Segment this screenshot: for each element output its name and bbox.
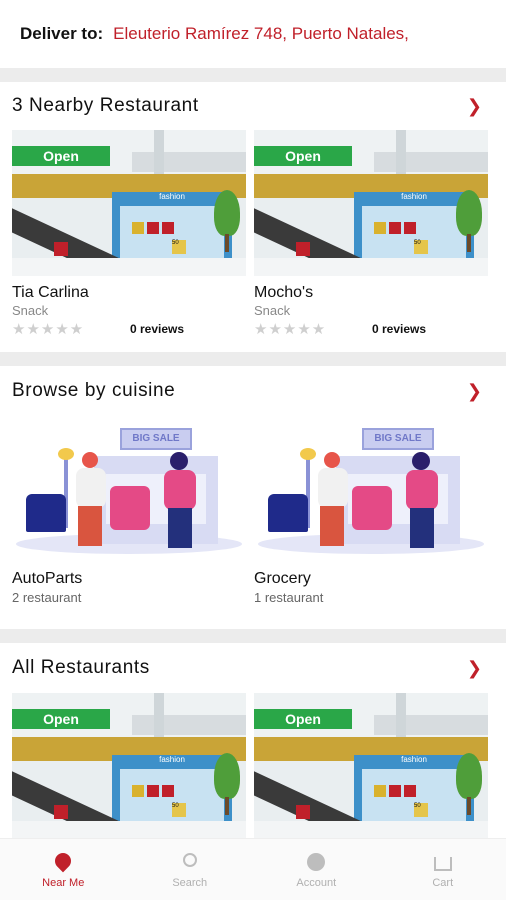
tab-label: Near Me <box>42 876 85 889</box>
cuisine-name: AutoParts <box>12 570 83 587</box>
delivery-header[interactable]: Deliver to: Eleuterio Ramírez 748, Puert… <box>0 0 506 68</box>
restaurant-card[interactable]: Open fashion 50 Mocho's Snack ★★★★★ 0 re… <box>254 130 488 338</box>
open-badge: Open <box>12 146 110 166</box>
tab-cart[interactable]: Cart <box>398 851 488 889</box>
restaurant-photo: Open fashion 50 <box>254 130 488 276</box>
tab-label: Cart <box>432 876 454 889</box>
star-rating: ★★★★★ <box>12 321 85 338</box>
section-separator <box>0 352 506 366</box>
cuisine-section: Browse by cuisine ❯ BIG SALE AutoParts 2… <box>0 366 506 629</box>
tab-search[interactable]: Search <box>145 851 235 889</box>
big-sale-banner: BIG SALE <box>362 428 434 450</box>
tab-account[interactable]: Account <box>271 851 361 889</box>
restaurant-card[interactable]: Open fashion 50 Tia Carlina Snack ★★★★★ … <box>12 130 246 338</box>
cuisine-illustration: BIG SALE <box>12 416 246 566</box>
all-restaurants-header[interactable]: All Restaurants ❯ <box>0 643 506 693</box>
cart-icon <box>433 851 452 875</box>
open-badge: Open <box>254 709 352 729</box>
search-icon <box>182 851 197 875</box>
cuisine-card[interactable]: BIG SALE AutoParts 2 restaurant <box>12 416 246 605</box>
open-badge: Open <box>254 146 352 166</box>
cuisine-title: Browse by cuisine <box>12 380 176 401</box>
cuisine-count: 2 restaurant <box>12 590 82 605</box>
restaurant-name: Tia Carlina <box>12 284 89 301</box>
cuisine-illustration: BIG SALE <box>254 416 488 566</box>
tab-near-me[interactable]: Near Me <box>18 849 108 889</box>
restaurant-photo: Open fashion 50 <box>12 130 246 276</box>
all-restaurants-section: All Restaurants ❯ Open fashion 50 Open f… <box>0 643 506 839</box>
deliver-to-label: Deliver to: <box>20 24 104 43</box>
bottom-tab-bar: Near Me Search Account Cart <box>0 838 506 900</box>
section-separator <box>0 629 506 643</box>
restaurant-name: Mocho's <box>254 284 314 301</box>
nearby-header[interactable]: 3 Nearby Restaurant ❯ <box>0 82 506 130</box>
chevron-right-icon[interactable]: ❯ <box>467 96 482 117</box>
map-pin-icon <box>51 849 75 875</box>
restaurant-photo: Open fashion 50 <box>12 693 246 839</box>
cuisine-card[interactable]: BIG SALE Grocery 1 restaurant <box>254 416 488 605</box>
open-badge: Open <box>12 709 110 729</box>
restaurant-card[interactable]: Open fashion 50 <box>254 693 488 839</box>
account-icon <box>307 851 326 875</box>
cuisine-name: Grocery <box>254 570 311 587</box>
chevron-right-icon[interactable]: ❯ <box>467 381 482 402</box>
restaurant-category: Snack <box>12 303 49 318</box>
all-restaurants-title: All Restaurants <box>12 657 150 678</box>
star-rating: ★★★★★ <box>254 321 327 338</box>
restaurant-photo: Open fashion 50 <box>254 693 488 839</box>
section-separator <box>0 68 506 82</box>
cuisine-count: 1 restaurant <box>254 590 324 605</box>
review-count: 0 reviews <box>372 322 427 336</box>
delivery-address[interactable]: Eleuterio Ramírez 748, Puerto Natales, <box>113 24 409 44</box>
restaurant-card[interactable]: Open fashion 50 <box>12 693 246 839</box>
nearby-title: 3 Nearby Restaurant <box>12 95 199 116</box>
cuisine-header[interactable]: Browse by cuisine ❯ <box>0 366 506 416</box>
tab-label: Search <box>172 876 208 889</box>
chevron-right-icon[interactable]: ❯ <box>467 658 482 679</box>
big-sale-banner: BIG SALE <box>120 428 192 450</box>
restaurant-category: Snack <box>254 303 291 318</box>
tab-label: Account <box>296 876 337 889</box>
review-count: 0 reviews <box>130 322 185 336</box>
nearby-section: 3 Nearby Restaurant ❯ Open fashion 50 Ti… <box>0 82 506 352</box>
